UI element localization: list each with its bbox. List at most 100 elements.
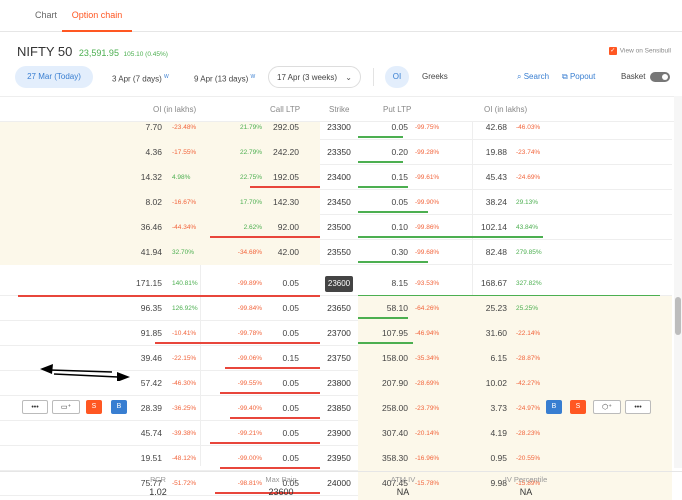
stat-value: 23600 — [268, 487, 294, 497]
put-oi-bar — [358, 317, 408, 319]
put-oi: 6.15 — [490, 353, 507, 363]
strike-price: 23850 — [327, 403, 351, 413]
expiry-tab-0[interactable]: 27 Mar (Today) — [15, 66, 93, 88]
put-oi: 45.43 — [485, 172, 507, 182]
expiry-select[interactable]: 17 Apr (3 weeks) ⌄ — [268, 66, 361, 88]
put-oi-change: -28.87% — [516, 355, 541, 362]
atm-iv-stat: ATM IV NA — [353, 474, 453, 499]
put-ltp: 258.00 — [382, 403, 408, 413]
put-oi-change: 279.85% — [516, 249, 542, 256]
strike-price: 23750 — [327, 353, 351, 363]
col-put-ltp: Put LTP — [383, 105, 412, 114]
put-sell-button[interactable]: S — [570, 400, 586, 414]
put-oi-bar — [358, 261, 428, 263]
table-row[interactable]: 8.02 -16.67% 17.70% 142.30 23450 0.05 -99.90% 3… — [0, 190, 672, 215]
put-more-button[interactable]: ••• — [625, 400, 651, 414]
put-oi-change: -24.69% — [516, 174, 541, 181]
scrollbar-track[interactable] — [674, 96, 682, 468]
col-put-oi: OI (in lakhs) — [484, 105, 528, 114]
put-oi-bar — [358, 342, 413, 344]
put-oi: 10.02 — [485, 378, 507, 388]
table-row[interactable]: 4.36 -17.55% 22.79% 242.20 23350 0.20 -99.28% 1… — [0, 140, 672, 165]
strike-price: 23950 — [327, 453, 351, 463]
table-row[interactable]: 91.85 -10.41% -99.78% 0.05 23700 107.95 -46.94… — [0, 321, 672, 346]
table-row[interactable]: 171.15 140.81% -99.89% 0.05 23600 8.15 -93.53%… — [0, 271, 672, 297]
expiry-label: 27 Mar (Today) — [27, 72, 81, 81]
put-oi-change: -28.23% — [516, 430, 541, 437]
call-ltp-change: 22.79% — [239, 149, 262, 156]
call-more-button[interactable]: ••• — [22, 400, 48, 414]
put-oi-bar — [358, 236, 543, 238]
put-ltp-change: -99.28% — [415, 149, 440, 156]
strike-price: 23700 — [327, 328, 351, 338]
instrument-price: 23,591.95 — [78, 48, 119, 58]
stat-value: 1.02 — [149, 487, 167, 497]
put-oi: 38.24 — [485, 197, 507, 207]
call-ltp-change: 17.70% — [239, 199, 262, 206]
table-row[interactable]: 41.94 32.70% -34.68% 42.00 23550 0.30 -99.68% 8… — [0, 240, 672, 265]
call-oi: 41.94 — [140, 247, 162, 257]
col-strike: Strike — [329, 105, 350, 114]
table-row[interactable]: 19.51 -48.12% -99.00% 0.05 23950 358.30 -16.96… — [0, 446, 672, 471]
call-oi: 19.51 — [140, 453, 162, 463]
put-oi-change: -20.55% — [516, 455, 541, 462]
arrow-head-left — [40, 364, 53, 374]
call-ltp-change: -99.89% — [237, 280, 262, 287]
sensibull-label: View on Sensibull — [619, 47, 671, 55]
put-buy-button[interactable]: B — [546, 400, 562, 414]
search-button[interactable]: ⌕ Search — [517, 66, 549, 88]
call-oi: 4.36 — [145, 147, 162, 157]
greeks-toggle[interactable]: Greeks — [422, 66, 448, 88]
call-sell-button[interactable]: S — [86, 400, 102, 414]
stat-label: Max Pain — [265, 475, 297, 484]
put-ltp-change: -20.14% — [415, 430, 440, 437]
expiry-label: 17 Apr (3 weeks) — [277, 73, 338, 82]
col-call-ltp: Call LTP — [270, 105, 301, 114]
table-row[interactable]: 96.35 126.92% -99.84% 0.05 23650 58.10 -64.26%… — [0, 296, 672, 321]
stat-label: PCR — [150, 475, 166, 484]
put-oi: 168.67 — [481, 278, 507, 288]
call-buy-button[interactable]: B — [111, 400, 127, 414]
expiry-tab-2[interactable]: 9 Apr (13 days) W — [194, 66, 255, 88]
spot-strike-badge: 23600 — [325, 276, 353, 292]
basket-toggle[interactable] — [650, 72, 670, 82]
popout-label: Popout — [569, 72, 596, 81]
expiry-toolbar: 27 Mar (Today) 3 Apr (7 days) W 9 Apr (1… — [0, 66, 682, 90]
put-oi: 82.48 — [485, 247, 507, 257]
put-oi-change: -22.14% — [516, 330, 541, 337]
put-ltp: 207.90 — [382, 378, 408, 388]
put-ltp: 358.30 — [382, 453, 408, 463]
chevron-down-icon: ⌄ — [345, 73, 352, 82]
put-ltp-change: -35.34% — [415, 355, 440, 362]
call-ltp: 0.05 — [282, 278, 299, 288]
call-oi-bar — [210, 236, 320, 238]
table-row[interactable]: 36.46 -44.34% 2.62% 92.00 23500 0.10 -99.86% 10… — [0, 215, 672, 240]
call-oi: 36.46 — [140, 222, 162, 232]
iv-percentile-stat: IV Percentile NA — [476, 474, 576, 499]
table-row[interactable]: 28.39 -36.25% -99.40% 0.05 23850 258.00 -23.79… — [0, 396, 672, 421]
table-header: OI (in lakhs) Call LTP Strike Put LTP OI… — [0, 96, 682, 122]
weekly-marker: W — [164, 74, 169, 80]
strike-price: 23400 — [327, 172, 351, 182]
tab-chart[interactable]: Chart — [35, 0, 57, 32]
expiry-tab-1[interactable]: 3 Apr (7 days) W — [112, 66, 169, 88]
call-oi: 45.74 — [140, 428, 162, 438]
put-chart-button[interactable]: ⬡⁺ — [593, 400, 621, 414]
view-on-sensibull-link[interactable]: ✓ View on Sensibull — [608, 47, 671, 55]
call-chart-button[interactable]: ▭⁺ — [52, 400, 80, 414]
call-oi-bar — [230, 417, 320, 419]
tab-option-chain[interactable]: Option chain — [62, 0, 132, 32]
table-row[interactable]: 45.74 -39.38% -99.21% 0.05 23900 307.40 -20.14… — [0, 421, 672, 446]
table-row[interactable]: 14.32 4.98% 22.75% 192.05 23400 0.15 -99.61% 45… — [0, 165, 672, 190]
arrow-head-right — [117, 372, 130, 381]
put-oi-change: 29.13% — [516, 199, 539, 206]
search-icon: ⌕ — [517, 72, 522, 81]
strike-price: 23450 — [327, 197, 351, 207]
call-oi: 91.85 — [140, 328, 162, 338]
scrollbar-thumb[interactable] — [675, 297, 681, 335]
call-oi-bar — [220, 467, 320, 469]
put-ltp-change: -46.94% — [415, 330, 440, 337]
popout-button[interactable]: ⧉ Popout — [562, 66, 595, 88]
put-ltp-change: -16.96% — [415, 455, 440, 462]
oi-toggle[interactable]: OI — [385, 66, 409, 88]
